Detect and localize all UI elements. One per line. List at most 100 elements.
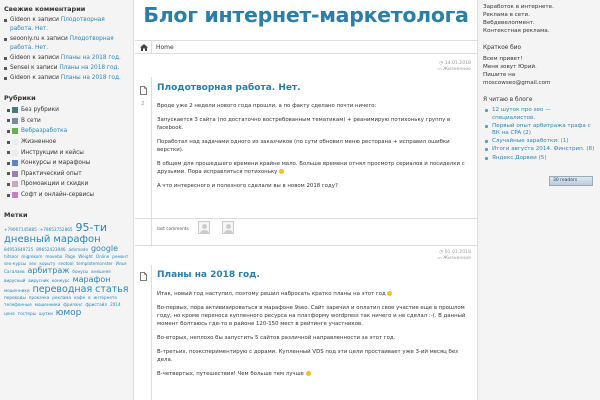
comment-post-link[interactable]: Планы на 2018 год. [61,75,121,81]
tag-link[interactable]: ремонт [112,254,128,259]
post-title[interactable]: Планы на 2018 год. [157,270,260,280]
comment-author[interactable]: Gideon [10,75,31,81]
tag-link[interactable]: вирусный [4,278,25,283]
category-item[interactable]: В сети [4,116,129,127]
breadcrumb-separator [151,41,152,53]
blog-link[interactable]: 12 шуток про seo — специалистов. [483,107,595,122]
tag-link[interactable]: 95-ти [76,221,108,234]
tag-link[interactable]: migrekom [21,254,42,259]
tag-link[interactable]: Сагалаев [4,269,25,275]
tag-link[interactable]: Weight [78,254,93,259]
blog-link[interactable]: Первый опыт арбитража трафа с ВК на CPA … [483,123,595,138]
post-paragraph: Вроде уже 2 недели нового года прошли, а… [157,103,377,109]
tag-link[interactable]: вирусник [28,278,49,283]
tag-link[interactable]: статья [95,284,128,295]
category-item[interactable]: Вебразработка [4,126,129,137]
blog-link[interactable]: Случайные заработки: (1) [483,138,595,146]
category-item[interactable]: Инструкции и кейсы [4,147,129,158]
category-color-swatch [12,192,18,199]
post-category[interactable]: Жизненное [443,67,471,72]
tag-link[interactable]: внешняя [91,269,110,275]
tag-link[interactable]: юмор [56,308,82,318]
comment-connector: к записи [30,17,61,23]
tag-link[interactable]: конкурс [52,278,70,283]
tag-link[interactable]: google [91,244,118,254]
category-item[interactable]: Жизненное [4,137,129,148]
comment-post-link[interactable]: Планы на 2018 год. [61,55,121,61]
comment-author[interactable]: Gideon [10,17,31,23]
post-date: 14.01.2018 [444,61,471,66]
tag-link[interactable]: интернете [93,295,116,301]
comment-author[interactable]: Gideon [10,55,31,61]
tag-link[interactable]: advmode [68,247,88,253]
tag-link[interactable]: seo-курсы [4,261,26,266]
post-meta: ◷ 01.01.2018 ▭ Жизненное [437,250,471,262]
tag-link[interactable]: в [88,295,90,301]
tag-link[interactable]: hitsoor [4,254,19,259]
tag-link[interactable]: цена [4,311,15,316]
comment-connector: к записи [30,75,61,81]
tag-link[interactable]: movebo [45,254,62,259]
tag-link[interactable]: 2014 [110,302,121,307]
tag-link[interactable]: переводы [4,295,26,301]
tag-link[interactable]: templatemonster [76,261,112,266]
tag-link[interactable]: мошенники [4,288,30,293]
tag-link[interactable]: марафон [73,275,111,284]
tag-link[interactable]: фриланс [63,302,82,307]
category-color-swatch [12,117,18,124]
comment-post-link[interactable]: Планы на 2018 год. [59,65,119,71]
category-item[interactable]: Промоакции и скидки [4,179,129,190]
blog-link[interactable]: Яндекс.Дорвеи (5) [483,155,595,163]
comment-count[interactable]: 2 [141,101,145,107]
tag-link[interactable]: фристайл [85,302,107,307]
post-date: 01.01.2018 [444,250,471,255]
tag-link[interactable]: дневный [4,234,50,245]
recent-comment: seoonly.ru к записи Плодотворная работа.… [4,35,129,53]
tag-link[interactable]: тостеры [18,311,36,316]
site-title[interactable]: Блог интернет-маркетолога [135,3,477,27]
breadcrumb-home[interactable]: Home [156,44,174,51]
tag-link[interactable]: арбитраж [27,266,69,276]
tag-link[interactable]: Илья [116,261,127,266]
tag-link[interactable]: seotool [58,261,73,266]
recent-comments-list: Gideon к записи Плодотворная работа. Нет… [4,16,129,83]
tag-link[interactable]: 89652423946 [36,247,65,253]
category-label: Жизненное [21,139,57,146]
document-icon [140,272,147,281]
category-item[interactable]: Без рубрики [4,105,129,116]
comment-author[interactable]: seoonly.ru [10,36,39,42]
tag-link[interactable]: +79653752865 [40,227,73,233]
post-category[interactable]: Жизненное [443,256,471,261]
avatar[interactable] [222,221,234,234]
avatar[interactable] [198,221,210,234]
category-item[interactable]: Конкурсы и марафоны [4,158,129,169]
home-icon[interactable] [140,44,148,51]
tag-link[interactable]: 84953649725 [4,247,33,253]
tag-link[interactable]: переводная [33,284,93,295]
tag-link[interactable]: корыту [39,261,55,266]
blog-link[interactable]: Итоги августа 2014. Финстрип. (8) [483,146,595,154]
category-item[interactable]: Практический опыт [4,169,129,180]
tag-link[interactable]: реклама [52,295,71,301]
tag-link[interactable]: телефонные [4,302,32,307]
tag-link[interactable]: Online [96,254,110,259]
tag-link[interactable]: Page [65,254,75,259]
post-paragraph: А что интересного и полезного сделали вы… [157,183,338,189]
bullet-icon [7,129,10,133]
post-title[interactable]: Плодотворная работа. Нет. [157,83,301,93]
tag-link[interactable]: бонусы [72,269,88,275]
category-item[interactable]: Софт и онлайн-сервисы [4,190,129,201]
tag-link[interactable]: кафе [74,295,85,301]
category-label: В сети [21,117,41,124]
readers-counter[interactable]: 30 readers [549,176,593,187]
tag-link[interactable]: +79067145885 [4,227,37,233]
tag-link[interactable]: seo [29,261,36,266]
post-paragraph: В-четвертых, путешествия! Чем больше тем… [157,370,471,378]
bio-line[interactable]: moscowseo@gmail.com [483,79,595,87]
tag-link[interactable]: шутки [39,311,53,316]
categories-list: Без рубрики В сети Вебразработка Жизненное И… [4,105,129,200]
tag-link[interactable]: прокачка [29,295,50,301]
comment-author[interactable]: Sensei [10,65,29,71]
category-label: Софт и онлайн-сервисы [21,192,95,199]
tag-link[interactable]: мошенники [35,302,61,307]
